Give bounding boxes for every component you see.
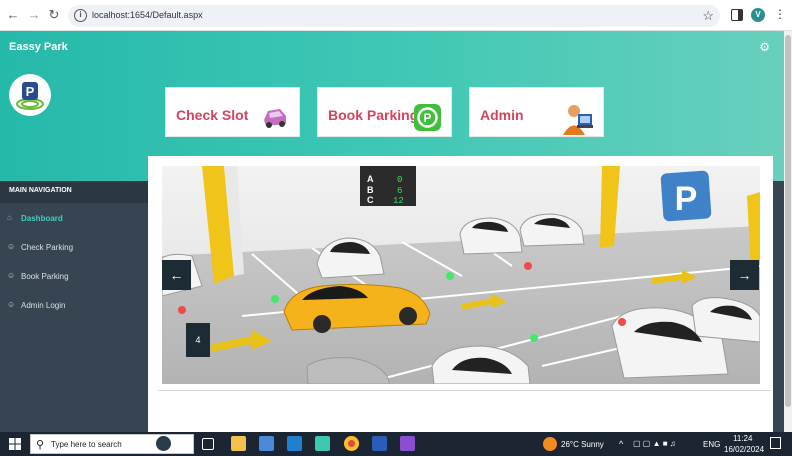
image-carousel: A 0 B 6 C 12 P <box>162 166 760 384</box>
notes-icon[interactable] <box>315 436 330 451</box>
word-icon[interactable] <box>372 436 387 451</box>
sidebar-item-dashboard[interactable]: ⌂ Dashboard <box>0 207 148 229</box>
svg-text:P: P <box>26 84 35 99</box>
url-text: localhost:1654/Default.aspx <box>92 10 203 20</box>
sidebar-item-label: Admin Login <box>21 301 66 310</box>
tile-label: Check Slot <box>176 107 249 123</box>
weather-text[interactable]: 26°C Sunny <box>561 440 604 449</box>
side-panel-icon[interactable] <box>731 9 743 21</box>
tile-admin[interactable]: Admin <box>469 87 604 137</box>
notification-icon[interactable] <box>770 437 781 449</box>
sign-count-a: 0 <box>397 175 402 185</box>
svg-text:P: P <box>423 111 431 125</box>
sidebar-item-admin-login[interactable]: ☺ Admin Login <box>0 294 148 316</box>
parking-p-icon: P <box>414 104 441 131</box>
car-icon <box>264 109 286 128</box>
address-bar[interactable]: i localhost:1654/Default.aspx ☆ <box>68 5 720 27</box>
microsoft-store-icon[interactable] <box>259 436 274 451</box>
windows-start-icon[interactable] <box>9 438 21 450</box>
mail-icon[interactable] <box>287 436 302 451</box>
browser-toolbar: ← → ↻ i localhost:1654/Default.aspx ☆ V … <box>0 0 792 31</box>
clock-time[interactable]: 11:24 <box>733 434 752 443</box>
nav-heading: MAIN NAVIGATION <box>0 181 148 203</box>
sidebar-item-label: Check Parking <box>21 243 74 252</box>
sign-count-c: 12 <box>393 196 404 206</box>
sidebar-item-book-parking[interactable]: ☺ Book Parking <box>0 265 148 287</box>
profile-avatar[interactable]: V <box>751 8 765 22</box>
parking-logo: P <box>9 74 51 116</box>
carousel-prev-button[interactable]: ← <box>162 260 191 290</box>
sidebar-item-check-parking[interactable]: ☺ Check Parking <box>0 236 148 258</box>
language-indicator[interactable]: ENG <box>703 440 720 449</box>
file-explorer-icon[interactable] <box>231 436 246 451</box>
clock-date[interactable]: 16/02/2024 <box>724 445 764 454</box>
chrome-icon[interactable] <box>344 436 359 451</box>
tray-icons[interactable]: ▢ ▢ ▲ ■ ♫ <box>633 439 676 448</box>
sign-count-b: 6 <box>397 186 402 196</box>
tile-check-slot[interactable]: Check Slot <box>165 87 300 137</box>
tile-label: Admin <box>480 107 524 123</box>
home-icon: ⌂ <box>7 213 12 222</box>
carousel-next-button[interactable]: → <box>730 260 759 290</box>
visual-studio-icon[interactable] <box>400 436 415 451</box>
page-scrollbar[interactable] <box>784 31 792 432</box>
parking-sign-letter: P <box>675 180 698 218</box>
carousel-slide-indicator[interactable]: 4 <box>186 323 210 357</box>
sign-letter-a: A <box>367 174 374 184</box>
gear-icon[interactable]: ⚙ <box>759 40 770 54</box>
sign-letter-b: B <box>367 185 374 195</box>
browser-menu-icon[interactable]: ⋮ <box>774 7 786 21</box>
right-strip <box>773 181 784 432</box>
back-icon[interactable]: ← <box>6 8 20 22</box>
scrollbar-thumb[interactable] <box>785 35 791 407</box>
forward-icon[interactable]: → <box>27 8 41 22</box>
sidebar-item-label: Dashboard <box>21 214 63 223</box>
search-icon: ⚲ <box>36 439 45 451</box>
admin-person-icon <box>563 105 593 135</box>
user-icon: ☺ <box>7 300 16 309</box>
cortana-bird-icon[interactable] <box>156 436 171 451</box>
site-info-icon[interactable]: i <box>74 9 87 22</box>
search-placeholder: Type here to search <box>51 440 122 449</box>
content-divider <box>158 390 771 391</box>
reload-icon[interactable]: ↻ <box>47 8 61 22</box>
tile-book-parking[interactable]: Book Parking P <box>317 87 452 137</box>
windows-taskbar: ⚲ Type here to search 26°C Sunny ^ ▢ ▢ ▲… <box>0 432 792 456</box>
weather-sun-icon[interactable] <box>543 437 557 451</box>
tile-label: Book Parking <box>328 107 419 123</box>
user-icon: ☺ <box>7 242 16 251</box>
user-icon: ☺ <box>7 271 16 280</box>
tray-chevron-icon[interactable]: ^ <box>619 439 623 449</box>
bookmark-star-icon[interactable]: ☆ <box>702 8 714 24</box>
app-title: Eassy Park <box>9 41 68 53</box>
parking-garage-image: A 0 B 6 C 12 P <box>162 166 760 384</box>
sign-letter-c: C <box>367 195 374 205</box>
sidebar-item-label: Book Parking <box>21 272 69 281</box>
task-view-icon[interactable] <box>202 438 214 450</box>
